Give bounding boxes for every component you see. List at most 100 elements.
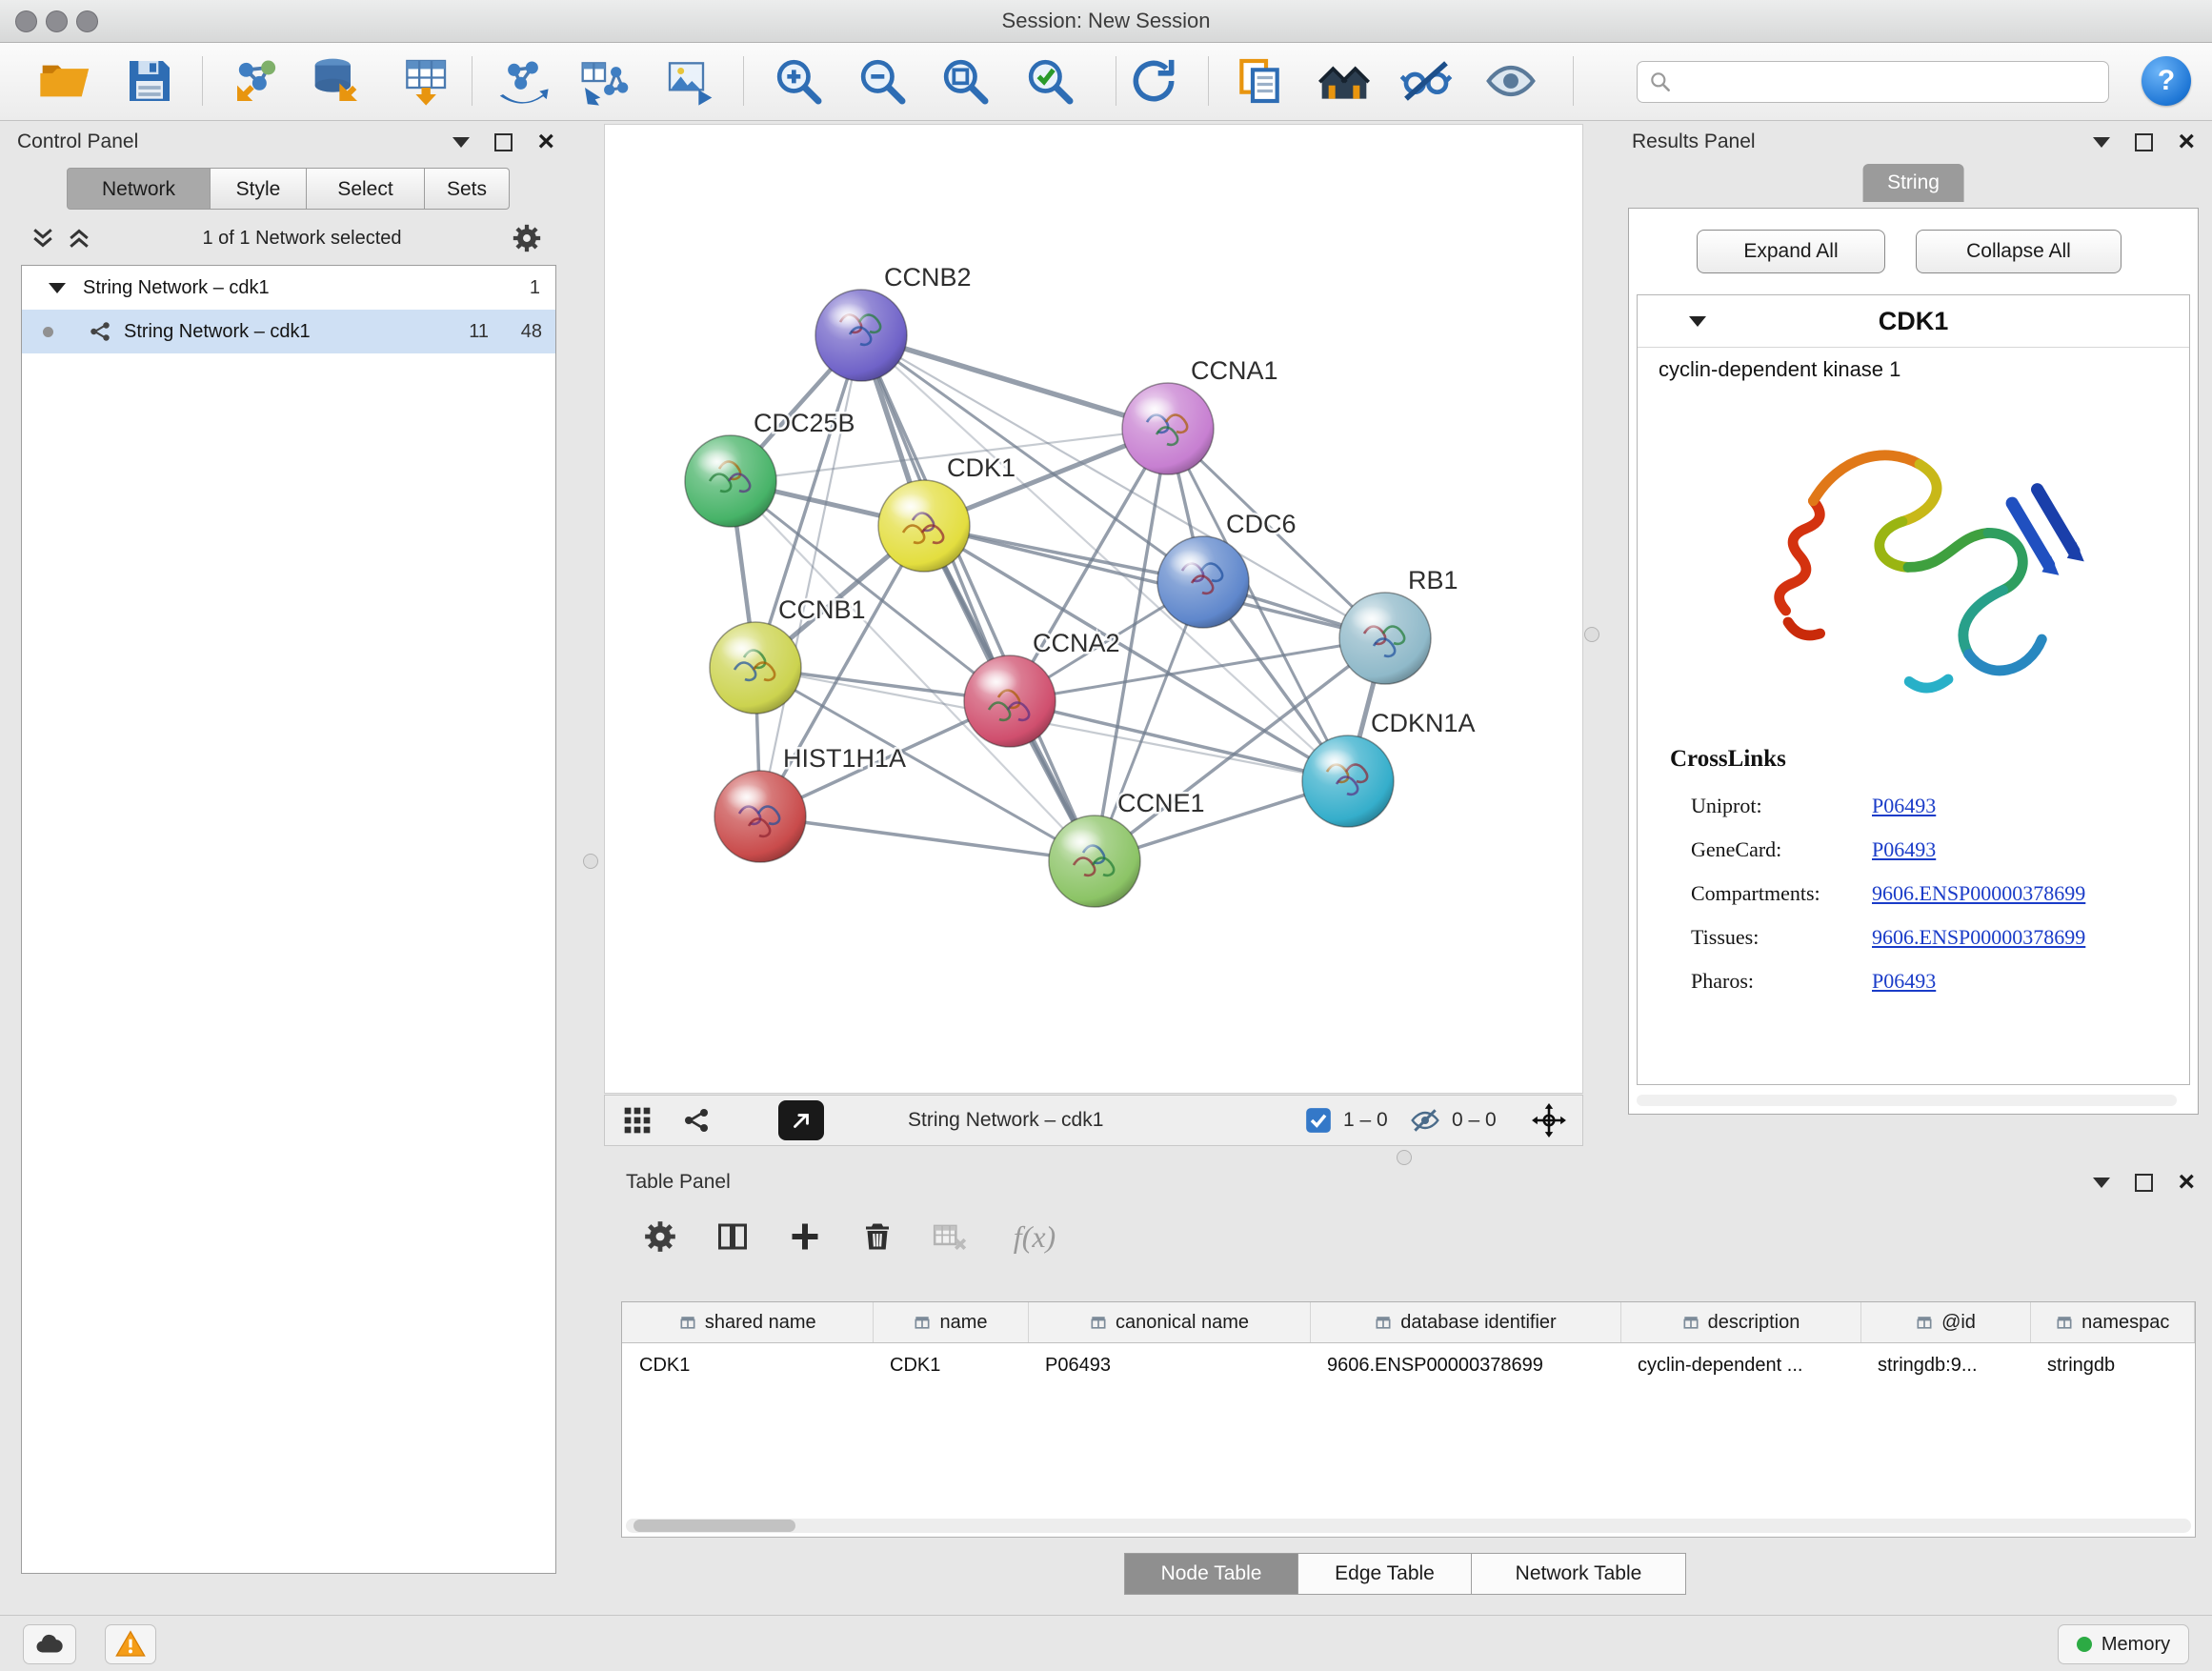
scrollbar-thumb[interactable] [633, 1520, 795, 1532]
panel-float-icon[interactable] [494, 133, 513, 151]
zoom-fit-button[interactable] [938, 54, 992, 108]
function-builder-button[interactable]: f(x) [1001, 1216, 1068, 1258]
window-close-icon[interactable] [15, 10, 37, 32]
protein-section-header[interactable]: CDK1 [1638, 295, 2189, 348]
network-row[interactable]: String Network – cdk1 11 48 [22, 310, 555, 353]
columns-icon [715, 1219, 750, 1254]
cell-namespace[interactable]: stringdb [2030, 1343, 2195, 1388]
tab-network-table[interactable]: Network Table [1472, 1553, 1686, 1595]
show-columns-button[interactable] [712, 1216, 754, 1258]
grid-view-button[interactable] [622, 1096, 653, 1145]
crosslink-link[interactable]: P06493 [1872, 794, 1936, 818]
import-table-button[interactable] [398, 54, 452, 108]
network-view[interactable]: CCNB2CCNA1CDC25BCDK1CDC6RB1CCNB1CCNA2CDK… [604, 124, 1583, 1094]
memory-button[interactable]: Memory [2058, 1624, 2189, 1664]
show-graphics-details-button[interactable] [1484, 54, 1538, 108]
column-header-shared-name[interactable]: shared name [622, 1302, 873, 1343]
right-splitter-handle[interactable] [1584, 627, 1599, 642]
network-collection-row[interactable]: String Network – cdk1 1 [22, 266, 555, 310]
collapse-all-icon[interactable] [29, 226, 57, 251]
control-panel-title: Control Panel [17, 131, 138, 153]
string-glasses-button[interactable] [1399, 54, 1453, 108]
cell-name[interactable]: CDK1 [873, 1343, 1028, 1388]
table-tabs: Node Table Edge Table Network Table [1124, 1553, 1686, 1595]
column-header-namespace[interactable]: namespac [2030, 1302, 2195, 1343]
column-header-canonical-name[interactable]: canonical name [1028, 1302, 1310, 1343]
memory-status-icon [2077, 1637, 2092, 1652]
table-settings-button[interactable] [639, 1216, 681, 1258]
window-zoom-icon[interactable] [76, 10, 98, 32]
tab-node-table[interactable]: Node Table [1124, 1553, 1298, 1595]
database-icon [311, 54, 364, 108]
svg-text:CDC25B: CDC25B [754, 409, 855, 437]
panel-float-icon[interactable] [2135, 133, 2153, 151]
search-input[interactable] [1637, 61, 2109, 103]
tab-network[interactable]: Network [67, 168, 211, 210]
selected-checkbox-icon[interactable] [1305, 1107, 1332, 1134]
crosslink-link[interactable]: 9606.ENSP00000378699 [1872, 881, 2085, 906]
control-panel-tabs: Network Style Select Sets [67, 168, 510, 210]
column-header-database-identifier[interactable]: database identifier [1310, 1302, 1620, 1343]
expand-all-icon[interactable] [65, 226, 93, 251]
string-network-graph[interactable]: CCNB2CCNA1CDC25BCDK1CDC6RB1CCNB1CCNA2CDK… [605, 125, 1582, 1093]
cell-shared-name[interactable]: CDK1 [622, 1343, 873, 1388]
panel-close-icon[interactable]: × [537, 128, 554, 156]
help-button[interactable]: ? [2142, 56, 2191, 106]
crosslink-link[interactable]: P06493 [1872, 837, 1936, 862]
crosslink-link[interactable]: 9606.ENSP00000378699 [1872, 925, 2085, 950]
disclosure-triangle-icon[interactable] [49, 283, 66, 293]
window-minimize-icon[interactable] [46, 10, 68, 32]
expand-all-button[interactable]: Expand All [1697, 230, 1885, 273]
panel-menu-icon[interactable] [452, 137, 470, 148]
zoom-selected-button[interactable] [1023, 54, 1076, 108]
warnings-button[interactable] [105, 1624, 156, 1664]
zoom-out-button[interactable] [855, 54, 909, 108]
open-session-button[interactable] [38, 54, 91, 108]
tab-edge-table[interactable]: Edge Table [1298, 1553, 1472, 1595]
panel-close-icon[interactable]: × [2178, 1168, 2195, 1197]
tab-select[interactable]: Select [307, 168, 425, 210]
clone-network-button[interactable] [578, 54, 632, 108]
tab-sets[interactable]: Sets [425, 168, 510, 210]
duplicate-page-button[interactable] [1233, 54, 1286, 108]
table-row[interactable]: CDK1 CDK1 P06493 9606.ENSP00000378699 cy… [622, 1343, 2195, 1388]
disclosure-triangle-icon[interactable] [1689, 316, 1706, 327]
results-horizontal-scrollbar[interactable] [1637, 1095, 2177, 1106]
network-share-button[interactable] [681, 1096, 712, 1145]
save-session-button[interactable] [123, 54, 176, 108]
panel-menu-icon[interactable] [2093, 137, 2110, 148]
delete-table-button[interactable] [929, 1216, 971, 1258]
collapse-all-button[interactable]: Collapse All [1916, 230, 2122, 273]
cloud-button[interactable] [23, 1624, 76, 1664]
column-header-name[interactable]: name [873, 1302, 1028, 1343]
open-in-new-window-button[interactable] [778, 1100, 824, 1140]
new-network-button[interactable] [496, 54, 550, 108]
zoom-in-button[interactable] [772, 54, 825, 108]
tab-string[interactable]: String [1862, 164, 1964, 202]
cell-database-identifier[interactable]: 9606.ENSP00000378699 [1310, 1343, 1620, 1388]
panel-menu-icon[interactable] [2093, 1178, 2110, 1188]
string-home-button[interactable] [1317, 54, 1371, 108]
delete-column-button[interactable] [856, 1216, 898, 1258]
fit-selected-button[interactable] [1531, 1096, 1567, 1145]
status-bar: Memory [0, 1615, 2212, 1671]
gear-icon[interactable] [511, 222, 543, 254]
cell-description[interactable]: cyclin-dependent ... [1620, 1343, 1860, 1388]
import-network-database-button[interactable] [311, 54, 364, 108]
refresh-layout-button[interactable] [1127, 54, 1180, 108]
panel-close-icon[interactable]: × [2178, 128, 2195, 156]
tab-style[interactable]: Style [211, 168, 307, 210]
cell-canonical-name[interactable]: P06493 [1028, 1343, 1310, 1388]
column-header-description[interactable]: description [1620, 1302, 1860, 1343]
panel-float-icon[interactable] [2135, 1174, 2153, 1192]
export-image-button[interactable] [663, 54, 716, 108]
cell-id[interactable]: stringdb:9... [1860, 1343, 2030, 1388]
add-column-button[interactable] [784, 1216, 826, 1258]
eye-slash-icon[interactable] [1410, 1105, 1440, 1136]
column-header-id[interactable]: @id [1860, 1302, 2030, 1343]
crosslink-link[interactable]: P06493 [1872, 969, 1936, 994]
import-network-file-button[interactable] [231, 54, 284, 108]
control-panel: Control Panel × Network Style Select Set… [8, 124, 564, 1616]
bottom-splitter-handle[interactable] [1397, 1150, 1412, 1165]
left-splitter-handle[interactable] [583, 854, 598, 869]
